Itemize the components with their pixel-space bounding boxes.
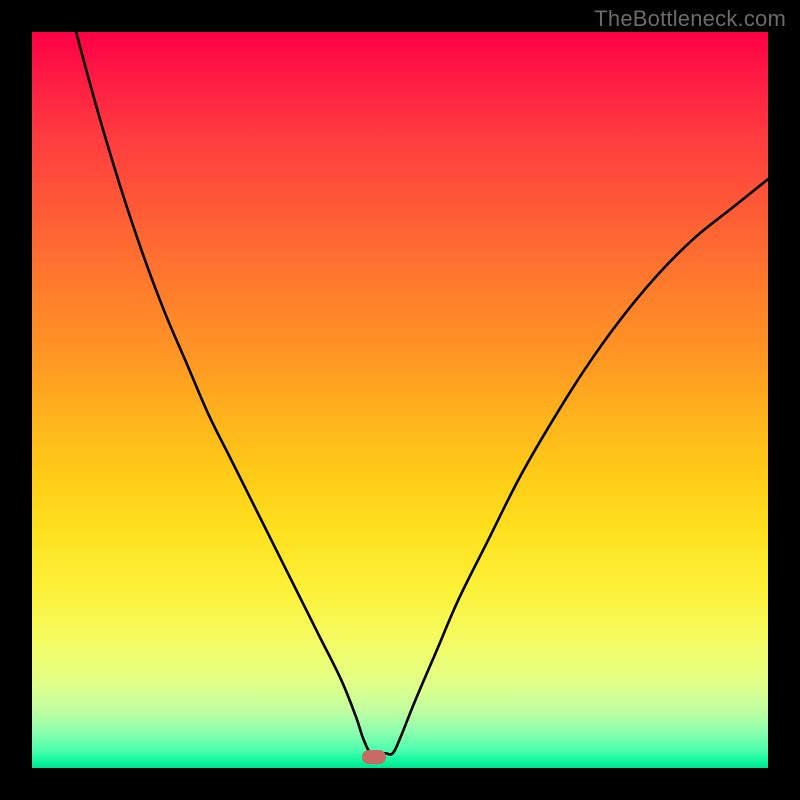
watermark-text: TheBottleneck.com xyxy=(594,6,786,32)
chart-container: TheBottleneck.com xyxy=(0,0,800,800)
bottleneck-curve xyxy=(32,32,768,768)
plot-area xyxy=(32,32,768,768)
minimum-marker xyxy=(362,750,386,764)
